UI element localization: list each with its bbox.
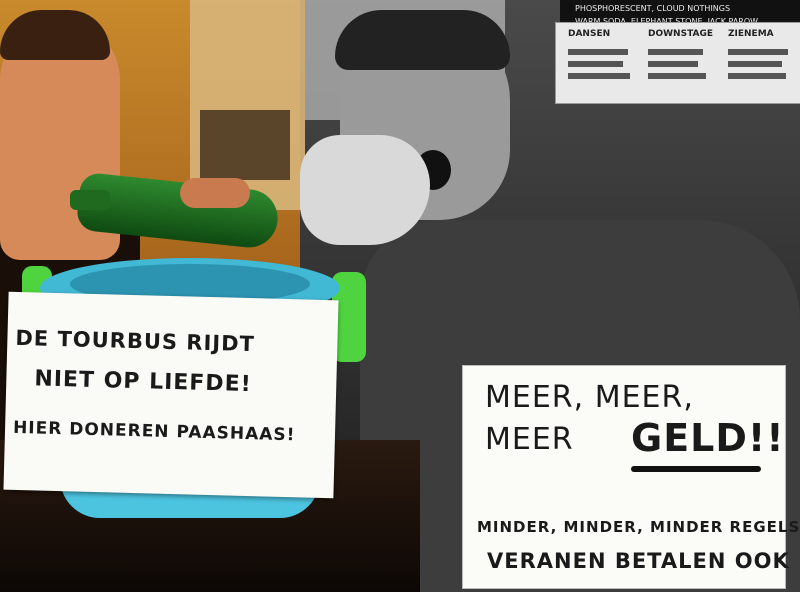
flyer-listing — [568, 61, 623, 67]
sign-left-line-3: HIER DONEREN PAASHAAS! — [12, 417, 296, 446]
flyer-heading-zienema: ZIENEMA — [728, 29, 774, 39]
flyer-listing — [568, 73, 630, 79]
right-person-hair — [335, 10, 510, 70]
right-person-hand — [300, 135, 430, 245]
bottle-neck — [70, 190, 110, 210]
sign-right-line-4: VERANEN BETALEN OOK — [487, 549, 790, 573]
sign-right-line-2: MEER — [485, 422, 574, 457]
left-person-hair — [0, 10, 110, 60]
photo-scene: PHOSPHORESCENT, CLOUD NOTHINGS WARM SODA… — [0, 0, 800, 592]
sign-right-geld: GELD!! — [631, 416, 785, 460]
flyer-listing — [728, 73, 786, 79]
poster-skyline — [200, 110, 290, 180]
flyer-listing — [728, 49, 788, 55]
flyer-listing — [648, 73, 706, 79]
sign-right-line-1: MEER, MEER, — [485, 380, 694, 415]
sign-left-line-1: DE TOURBUS RIJDT — [15, 325, 256, 357]
donation-sign-left: DE TOURBUS RIJDT NIET OP LIEFDE! HIER DO… — [3, 291, 339, 499]
event-flyer: DANSEN DOWNSTAGE ZIENEMA — [555, 22, 800, 104]
flyer-listing — [568, 49, 628, 55]
sign-left-line-2: NIET OP LIEFDE! — [34, 366, 253, 398]
flyer-heading-dansen: DANSEN — [568, 29, 611, 39]
flyer-top-line-1: PHOSPHORESCENT, CLOUD NOTHINGS — [575, 4, 731, 13]
flyer-heading-downstage: DOWNSTAGE — [648, 29, 714, 39]
flyer-listing — [648, 61, 698, 67]
flyer-listing — [648, 49, 703, 55]
left-person-hand — [180, 178, 250, 208]
protest-sign-right: MEER, MEER, MEER GELD!! MINDER, MINDER, … — [462, 365, 799, 589]
flyer-listing — [728, 61, 782, 67]
geld-underline — [631, 466, 761, 472]
sign-right-line-3: MINDER, MINDER, MINDER REGELS — [477, 518, 800, 536]
